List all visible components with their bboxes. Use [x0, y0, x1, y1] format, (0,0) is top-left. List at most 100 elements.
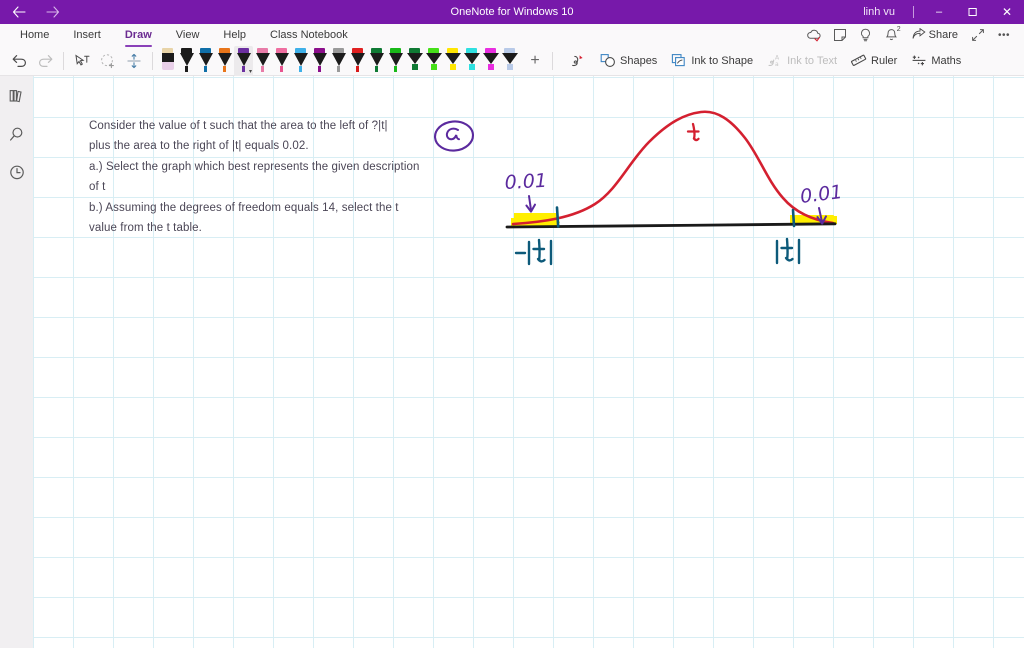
ink-to-shape-button[interactable]: Ink to Shape: [664, 48, 760, 74]
note-line: value from the t table.: [89, 222, 202, 235]
tab-help[interactable]: Help: [211, 24, 258, 46]
redo-button[interactable]: [32, 48, 58, 74]
undo-button[interactable]: [6, 48, 32, 74]
pen-green[interactable]: [386, 46, 405, 76]
close-button[interactable]: ✕: [990, 0, 1024, 24]
pen-body: [217, 52, 232, 66]
highlighter-lavender[interactable]: [500, 46, 519, 76]
account-name[interactable]: linh vu: [853, 6, 905, 18]
pen-purple[interactable]: ▾: [234, 45, 253, 76]
toolbar-separator: [63, 51, 64, 70]
right-tail-highlight: [790, 215, 834, 224]
circled-letter-a-annotation: [433, 120, 475, 152]
tab-draw[interactable]: Draw: [113, 24, 164, 47]
share-button[interactable]: Share: [906, 24, 964, 46]
title-bar-divider: [913, 6, 914, 18]
lasso-text-select-button[interactable]: [69, 48, 95, 74]
ruler-button[interactable]: Ruler: [844, 48, 904, 74]
tab-home[interactable]: Home: [8, 24, 61, 46]
pen-rose[interactable]: [272, 46, 291, 76]
forward-arrow-icon[interactable]: [40, 1, 66, 23]
pen-tip: [223, 65, 226, 72]
pen-body: [198, 52, 213, 66]
ink-pen-color-icon: [569, 53, 586, 69]
pen-tip: [430, 63, 437, 70]
highlighter-green[interactable]: [424, 46, 443, 76]
lightbulb-icon[interactable]: [854, 24, 878, 46]
maximize-button[interactable]: [956, 0, 990, 24]
ink-to-text-icon: A a: [767, 53, 783, 68]
right-critical-tick: [791, 208, 796, 228]
right-tail-highlight-band: [793, 216, 837, 224]
notifications-bell-icon[interactable]: 2: [880, 24, 904, 46]
ruler-icon: [851, 53, 867, 68]
note-line: plus the area to the right of |t| equals…: [89, 140, 309, 153]
highlighter-magenta[interactable]: [481, 46, 500, 76]
chevron-down-icon[interactable]: ▾: [249, 69, 252, 75]
sync-status-icon[interactable]: [802, 24, 826, 46]
pen-body: [482, 52, 499, 64]
notebooks-button[interactable]: [4, 84, 30, 108]
ink-to-shape-label: Ink to Shape: [691, 54, 754, 67]
eraser-tool[interactable]: [158, 46, 177, 76]
title-bar-right: linh vu – ✕: [853, 0, 1024, 24]
pen-tip: [449, 63, 456, 70]
ink-to-shape-icon: [671, 53, 687, 68]
pen-body: [236, 52, 251, 66]
highlighter-yellow[interactable]: [443, 46, 462, 76]
expand-icon[interactable]: [966, 24, 990, 46]
pen-pink[interactable]: [253, 46, 272, 76]
search-button[interactable]: [4, 122, 30, 146]
horizontal-axis: [505, 222, 837, 229]
pen-black[interactable]: [177, 46, 196, 76]
pen-orange[interactable]: [215, 46, 234, 76]
pen-tip: [394, 65, 397, 72]
tab-view[interactable]: View: [164, 24, 212, 46]
pen-tip: [318, 65, 321, 72]
note-line: of t: [89, 181, 106, 194]
tab-class-notebook[interactable]: Class Notebook: [258, 24, 360, 46]
pen-tip: [468, 63, 475, 70]
notification-badge-count: 2: [896, 26, 901, 33]
pen-body: [369, 52, 384, 66]
pen-gray[interactable]: [329, 46, 348, 76]
ink-to-text-button[interactable]: A a Ink to Text: [760, 48, 844, 74]
toolbar-separator-2: [152, 51, 153, 70]
pen-tip: [411, 63, 418, 70]
pen-body: [350, 52, 365, 66]
sticky-note-icon[interactable]: [828, 24, 852, 46]
more-options-icon[interactable]: •••: [992, 24, 1016, 46]
pen-body: [388, 52, 403, 66]
insert-space-button[interactable]: [121, 48, 147, 74]
right-area-label-group: 0.01: [799, 181, 844, 225]
pen-body: [293, 52, 308, 66]
pen-strip: ▾: [158, 45, 519, 76]
pen-dark-green[interactable]: [367, 46, 386, 76]
back-arrow-icon[interactable]: [6, 1, 32, 23]
recent-notes-button[interactable]: [4, 160, 30, 184]
pen-tip: [161, 61, 174, 70]
highlighter-cyan[interactable]: [462, 46, 481, 76]
pen-red[interactable]: [348, 46, 367, 76]
t-distribution-curve: [511, 110, 835, 226]
shapes-label: Shapes: [620, 54, 658, 67]
pen-light-blue[interactable]: [291, 46, 310, 76]
pen-magenta[interactable]: [310, 46, 329, 76]
pen-body: [501, 52, 518, 64]
maths-button[interactable]: Maths: [904, 48, 968, 74]
pen-tip: [487, 63, 494, 70]
pen-blue[interactable]: [196, 46, 215, 76]
lasso-select-button[interactable]: [95, 48, 121, 74]
page-canvas[interactable]: Consider the value of t such that the ar…: [33, 76, 1024, 648]
ink-color-button[interactable]: [562, 48, 593, 74]
shapes-button[interactable]: Shapes: [593, 48, 664, 74]
minimize-button[interactable]: –: [922, 0, 956, 24]
pen-body: [444, 52, 461, 64]
add-pen-button[interactable]: +: [523, 48, 547, 74]
note-typed-text[interactable]: Consider the value of t such that the ar…: [89, 116, 439, 239]
highlighter-dark-green[interactable]: [405, 46, 424, 76]
tab-insert[interactable]: Insert: [61, 24, 113, 46]
draw-toolbar: ▾ + Shapes Ink to Shape A a Ink to Text …: [0, 45, 1024, 76]
pen-body: [463, 52, 480, 64]
toolbar-separator-3: [552, 51, 553, 70]
